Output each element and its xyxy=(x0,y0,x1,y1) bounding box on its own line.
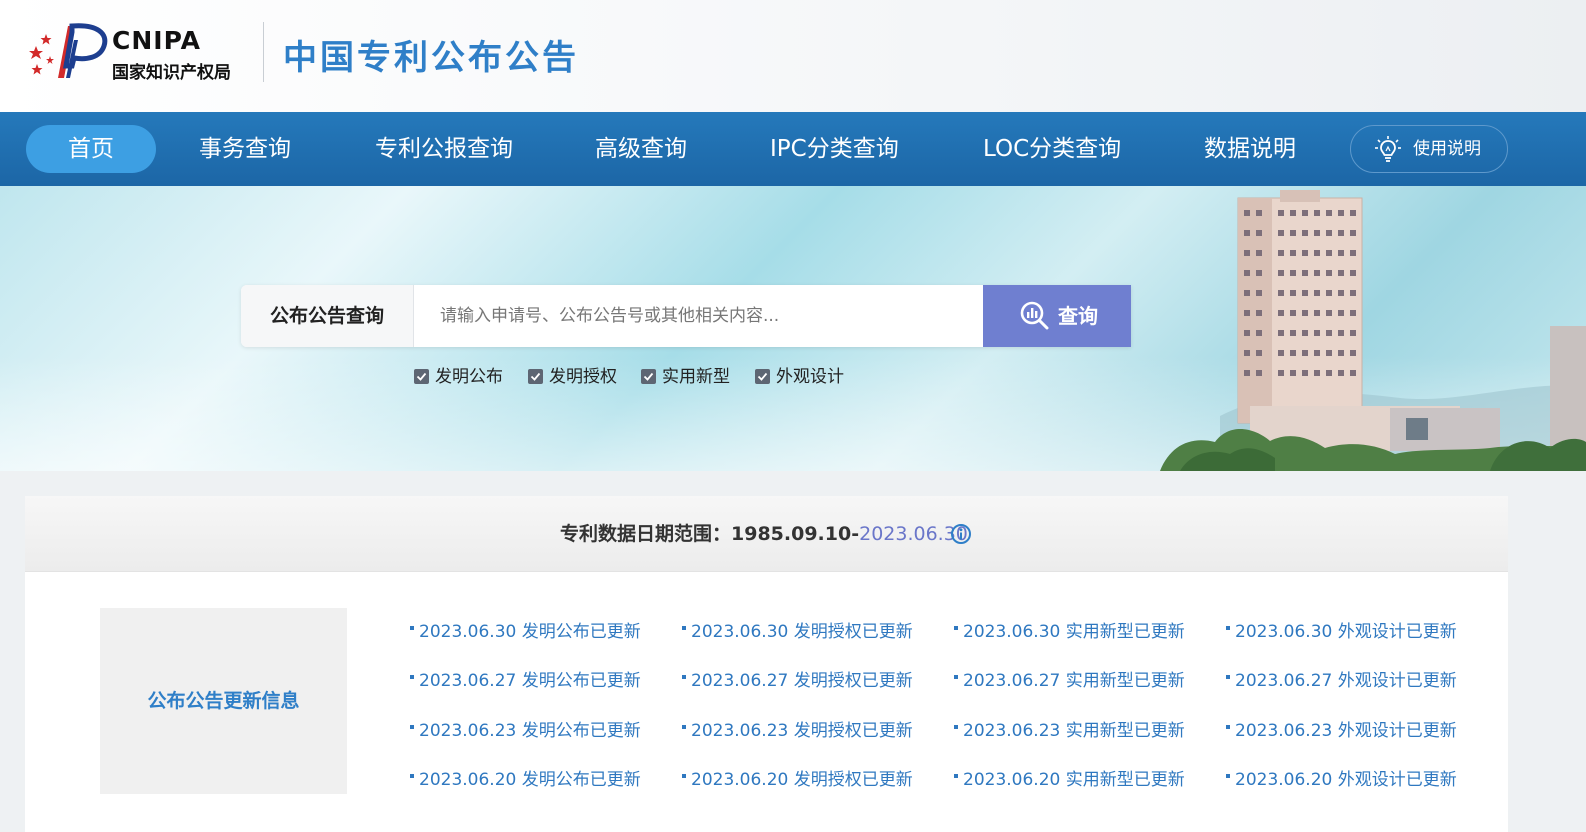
update-link-text: 2023.06.23 发明公布已更新 xyxy=(419,721,641,741)
update-link-text: 2023.06.27 发明授权已更新 xyxy=(691,671,913,691)
bullet-icon xyxy=(1226,626,1230,630)
bullet-icon xyxy=(954,675,958,679)
update-link-text: 2023.06.27 外观设计已更新 xyxy=(1235,671,1457,691)
bullet-icon xyxy=(1226,725,1230,729)
bullet-icon xyxy=(410,675,414,679)
bullet-icon xyxy=(954,725,958,729)
update-link[interactable]: 2023.06.23 外观设计已更新 xyxy=(1226,718,1457,744)
checkbox-checked-icon[interactable] xyxy=(414,369,429,384)
search-chart-icon xyxy=(1020,301,1049,330)
info-icon[interactable] xyxy=(950,523,972,545)
update-list: 2023.06.30 发明公布已更新 2023.06.30 发明授权已更新 20… xyxy=(410,608,1500,808)
update-link[interactable]: 2023.06.30 实用新型已更新 xyxy=(954,619,1185,645)
update-link-text: 2023.06.23 外观设计已更新 xyxy=(1235,721,1457,741)
bullet-icon xyxy=(682,626,686,630)
update-link-text: 2023.06.27 发明公布已更新 xyxy=(419,671,641,691)
header-divider xyxy=(263,22,264,82)
nav-item-ipc-query[interactable]: IPC分类查询 xyxy=(770,125,899,173)
checkbox-checked-icon[interactable] xyxy=(528,369,543,384)
search-category-label: 公布公告查询 xyxy=(241,285,414,347)
checkbox-checked-icon[interactable] xyxy=(755,369,770,384)
help-button-label: 使用说明 xyxy=(1413,139,1481,159)
bullet-icon xyxy=(682,774,686,778)
nav-item-data-info[interactable]: 数据说明 xyxy=(1204,125,1296,173)
search-button[interactable]: 查询 xyxy=(983,285,1131,347)
search-input[interactable] xyxy=(415,285,983,347)
date-range-bar: 专利数据日期范围：1985.09.10-2023.06.30 xyxy=(25,496,1508,572)
nav-item-affairs-query[interactable]: 事务查询 xyxy=(199,125,291,173)
update-link-text: 2023.06.27 实用新型已更新 xyxy=(963,671,1185,691)
update-link-text: 2023.06.23 实用新型已更新 xyxy=(963,721,1185,741)
bullet-icon xyxy=(410,774,414,778)
site-title: 中国专利公布公告 xyxy=(283,38,579,78)
update-link[interactable]: 2023.06.30 外观设计已更新 xyxy=(1226,619,1457,645)
filter-label: 实用新型 xyxy=(662,367,730,387)
nav-item-advanced-query[interactable]: 高级查询 xyxy=(595,125,687,173)
update-link-text: 2023.06.30 发明公布已更新 xyxy=(419,622,641,642)
update-link[interactable]: 2023.06.27 发明公布已更新 xyxy=(410,668,641,694)
cnipa-emblem-icon xyxy=(29,23,108,78)
nav-item-home[interactable]: 首页 xyxy=(26,125,156,173)
update-link-text: 2023.06.20 外观设计已更新 xyxy=(1235,770,1457,790)
update-link[interactable]: 2023.06.23 发明授权已更新 xyxy=(682,718,913,744)
logo-text-cn: 国家知识产权局 xyxy=(112,63,231,83)
update-info-panel: 公布公告更新信息 xyxy=(100,608,347,794)
update-link-text: 2023.06.23 发明授权已更新 xyxy=(691,721,913,741)
search-bar: 公布公告查询 查询 xyxy=(241,285,1131,347)
hero-banner: 公布公告查询 查询 发明公布 发明授权 实用新型 外 xyxy=(0,186,1586,471)
help-button[interactable]: 使用说明 xyxy=(1350,125,1508,173)
update-link[interactable]: 2023.06.23 实用新型已更新 xyxy=(954,718,1185,744)
bullet-icon xyxy=(682,675,686,679)
site-header: CNIPA 国家知识产权局 中国专利公布公告 xyxy=(0,0,1586,112)
update-link[interactable]: 2023.06.30 发明公布已更新 xyxy=(410,619,641,645)
update-link-text: 2023.06.20 实用新型已更新 xyxy=(963,770,1185,790)
bullet-icon xyxy=(1226,774,1230,778)
checkbox-checked-icon[interactable] xyxy=(641,369,656,384)
bullet-icon xyxy=(410,725,414,729)
content-card: 专利数据日期范围：1985.09.10-2023.06.30 公布公告更新信息 … xyxy=(25,496,1508,832)
bullet-icon xyxy=(1226,675,1230,679)
bullet-icon xyxy=(954,774,958,778)
update-link[interactable]: 2023.06.27 发明授权已更新 xyxy=(682,668,913,694)
update-link[interactable]: 2023.06.20 发明授权已更新 xyxy=(682,767,913,793)
logo-text-en: CNIPA xyxy=(112,26,201,55)
update-link[interactable]: 2023.06.27 外观设计已更新 xyxy=(1226,668,1457,694)
search-button-label: 查询 xyxy=(1058,304,1098,328)
update-link-text: 2023.06.30 外观设计已更新 xyxy=(1235,622,1457,642)
update-link[interactable]: 2023.06.20 外观设计已更新 xyxy=(1226,767,1457,793)
date-range-start: 1985.09.10- xyxy=(731,523,860,545)
update-link[interactable]: 2023.06.23 发明公布已更新 xyxy=(410,718,641,744)
filter-label: 发明公布 xyxy=(435,367,503,387)
update-link[interactable]: 2023.06.20 发明公布已更新 xyxy=(410,767,641,793)
cnipa-logo[interactable]: CNIPA 国家知识产权局 xyxy=(28,20,258,84)
bullet-icon xyxy=(954,626,958,630)
date-range-text: 专利数据日期范围：1985.09.10-2023.06.30 xyxy=(560,496,968,572)
update-info-title: 公布公告更新信息 xyxy=(147,690,300,712)
update-link-text: 2023.06.30 实用新型已更新 xyxy=(963,622,1185,642)
nav-item-gazette-query[interactable]: 专利公报查询 xyxy=(375,125,513,173)
update-link[interactable]: 2023.06.30 发明授权已更新 xyxy=(682,619,913,645)
bullet-icon xyxy=(682,725,686,729)
main-nav: 首页 事务查询 专利公报查询 高级查询 IPC分类查询 LOC分类查询 数据说明… xyxy=(0,112,1586,186)
bullet-icon xyxy=(410,626,414,630)
update-link[interactable]: 2023.06.27 实用新型已更新 xyxy=(954,668,1185,694)
filter-label: 发明授权 xyxy=(549,367,617,387)
update-link[interactable]: 2023.06.20 实用新型已更新 xyxy=(954,767,1185,793)
update-link-text: 2023.06.30 发明授权已更新 xyxy=(691,622,913,642)
lightbulb-icon xyxy=(1375,136,1401,162)
filter-label: 外观设计 xyxy=(776,367,844,387)
update-link-text: 2023.06.20 发明授权已更新 xyxy=(691,770,913,790)
office-building-illustration xyxy=(1160,190,1586,471)
date-range-prefix: 专利数据日期范围： xyxy=(560,523,732,545)
update-link-text: 2023.06.20 发明公布已更新 xyxy=(419,770,641,790)
nav-item-loc-query[interactable]: LOC分类查询 xyxy=(983,125,1121,173)
